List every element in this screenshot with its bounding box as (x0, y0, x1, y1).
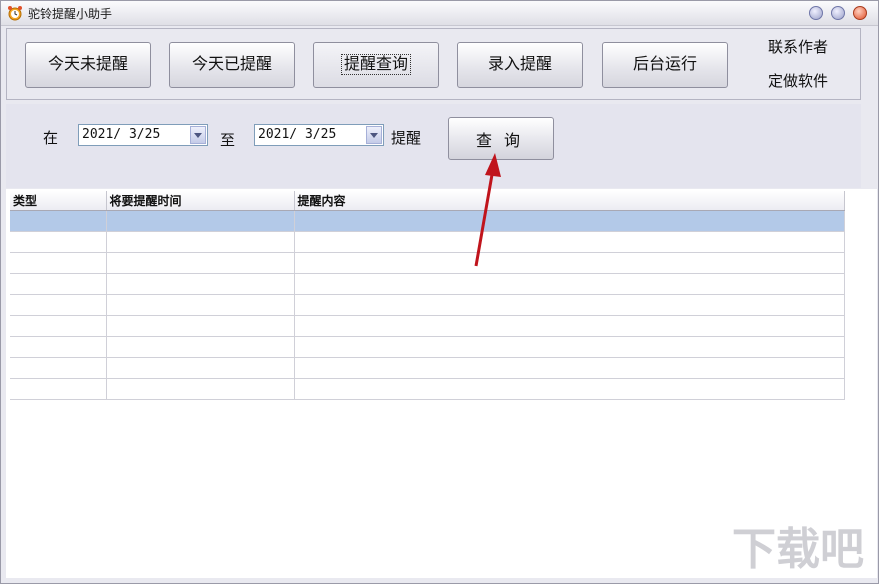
table-row[interactable] (10, 316, 844, 337)
watermark-logo: 下载吧 (732, 513, 864, 577)
minimize-button[interactable] (809, 6, 823, 20)
table-header-row: 类型 将要提醒时间 提醒内容 (10, 191, 844, 211)
title-bar: 驼铃提醒小助手 (1, 1, 878, 26)
main-toolbar: 今天未提醒 今天已提醒 提醒查询 录入提醒 后台运行 联系作者 定做软件 (6, 28, 861, 100)
window-title: 驼铃提醒小助手 (28, 5, 112, 22)
reminder-label: 提醒 (391, 127, 421, 148)
from-label: 在 (43, 127, 58, 148)
table-row[interactable] (10, 379, 844, 400)
column-remind-time[interactable]: 将要提醒时间 (106, 191, 294, 211)
chevron-down-icon[interactable] (190, 126, 206, 144)
table-row[interactable] (10, 232, 844, 253)
date-to-picker[interactable]: 2021/ 3/25 (254, 124, 384, 146)
table-row[interactable] (10, 358, 844, 379)
table-row[interactable] (10, 295, 844, 316)
reminder-query-button[interactable]: 提醒查询 (313, 42, 439, 88)
maximize-button[interactable] (831, 6, 845, 20)
date-from-picker[interactable]: 2021/ 3/25 (78, 124, 208, 146)
today-unreminded-button[interactable]: 今天未提醒 (25, 42, 151, 88)
table-row[interactable] (10, 211, 844, 232)
table-row[interactable] (10, 274, 844, 295)
query-panel: 在 2021/ 3/25 至 2021/ 3/25 提醒 查询 (6, 104, 861, 188)
table-row[interactable] (10, 253, 844, 274)
app-window: 驼铃提醒小助手 今天未提醒 今天已提醒 提醒查询 录入提醒 后台运行 联系作者 … (0, 0, 879, 584)
watermark-text: 下载吧 (732, 524, 864, 575)
add-reminder-button[interactable]: 录入提醒 (457, 42, 583, 88)
red-arrow-annotation (466, 151, 506, 273)
reminder-table: 类型 将要提醒时间 提醒内容 (10, 191, 845, 400)
column-content[interactable]: 提醒内容 (294, 191, 844, 211)
chevron-down-icon[interactable] (366, 126, 382, 144)
column-type[interactable]: 类型 (10, 191, 106, 211)
to-label: 至 (220, 129, 235, 150)
contact-author-link[interactable]: 联系作者 (768, 36, 828, 57)
today-reminded-button[interactable]: 今天已提醒 (169, 42, 295, 88)
date-to-value: 2021/ 3/25 (258, 127, 336, 142)
table-row[interactable] (10, 337, 844, 358)
date-from-value: 2021/ 3/25 (82, 127, 160, 142)
close-button[interactable] (853, 6, 867, 20)
run-background-button[interactable]: 后台运行 (602, 42, 728, 88)
custom-software-link[interactable]: 定做软件 (768, 70, 828, 91)
alarm-clock-icon (7, 5, 23, 21)
